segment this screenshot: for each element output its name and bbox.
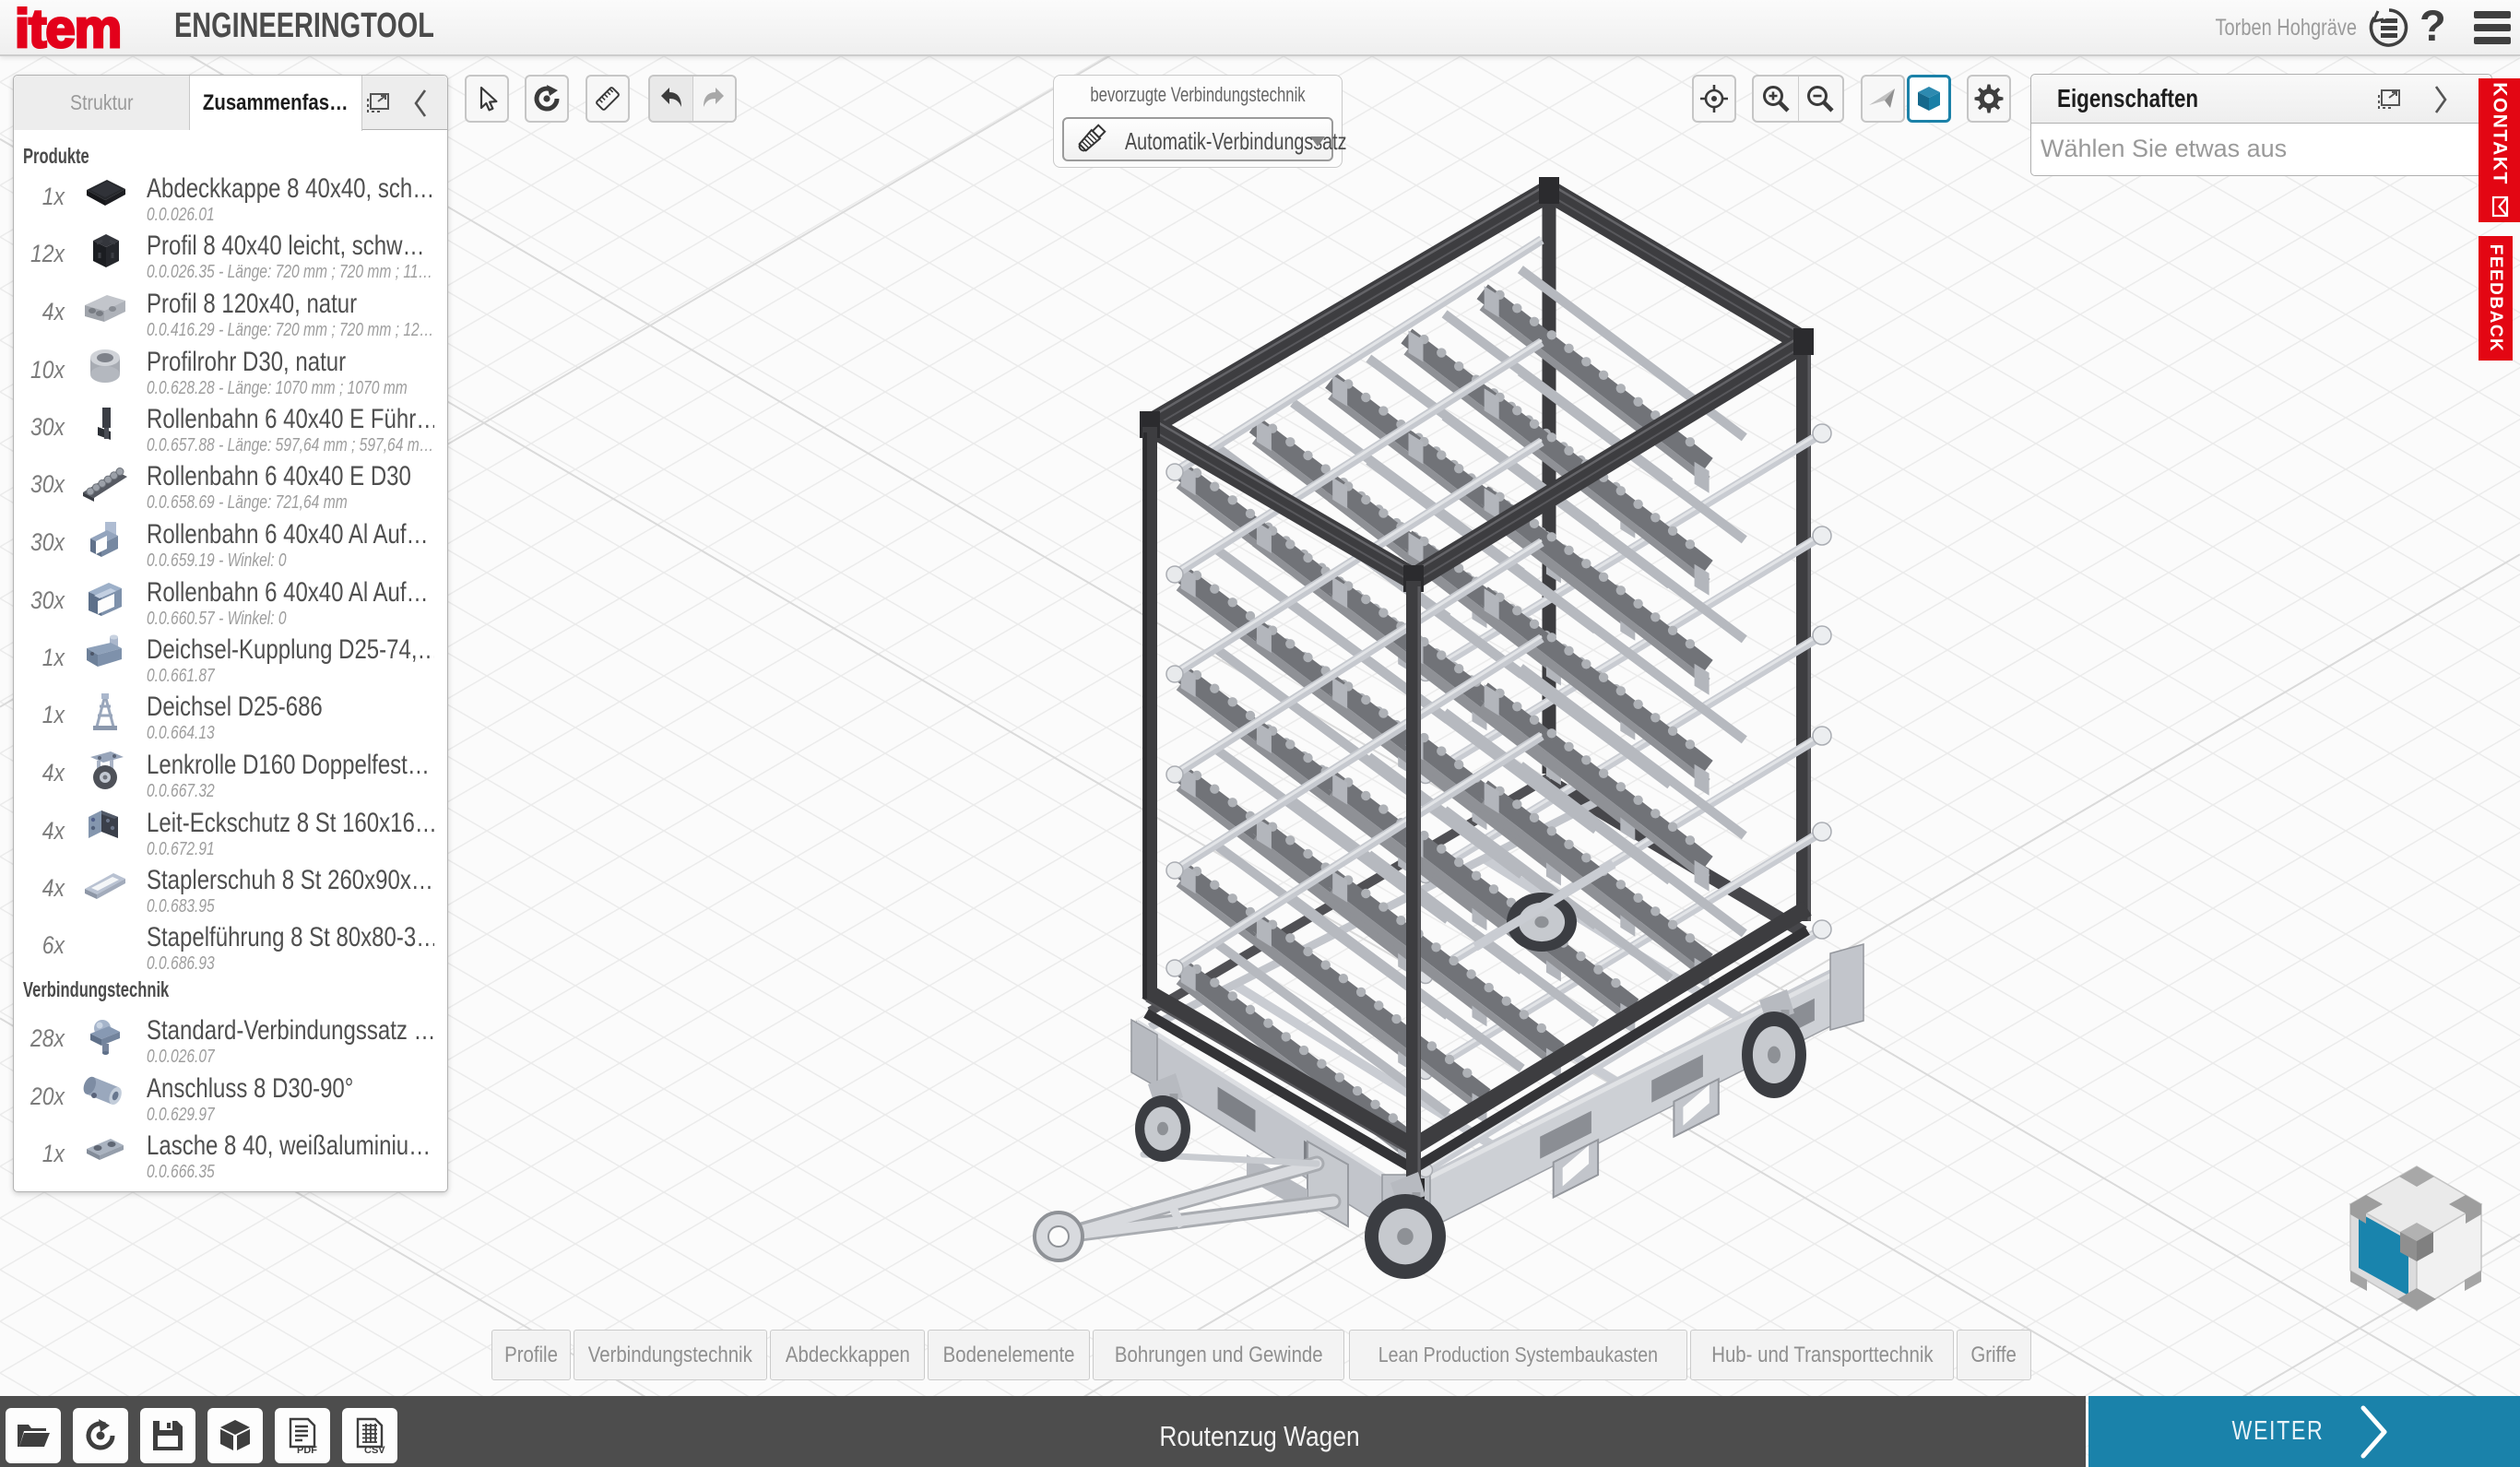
svg-text:PDF: PDF xyxy=(297,1445,317,1454)
svg-text:CSV: CSV xyxy=(364,1445,385,1454)
